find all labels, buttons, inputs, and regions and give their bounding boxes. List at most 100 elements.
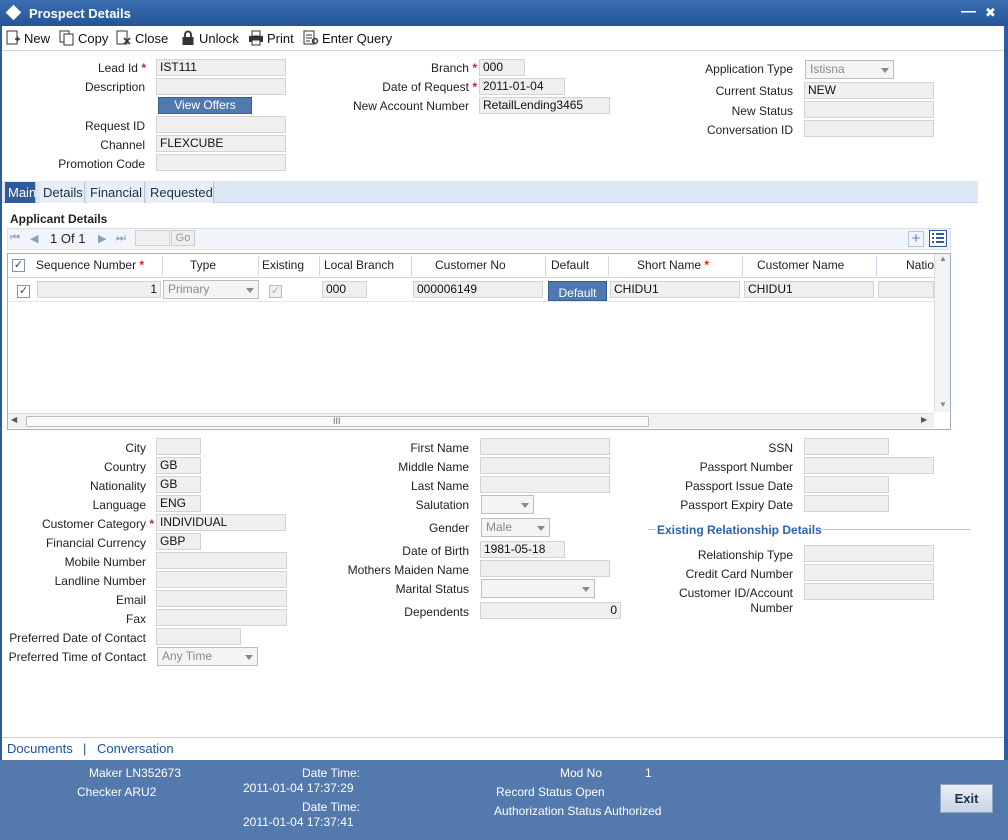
unlock-button[interactable]: Unlock [180,30,239,46]
col-divider [162,256,163,276]
enter-query-button[interactable]: Enter Query [303,30,392,46]
scroll-right-icon[interactable]: ▶ [921,415,927,424]
scroll-up-icon[interactable]: ▲ [939,254,947,263]
list-view-icon[interactable] [929,230,947,247]
financial-currency-field[interactable]: GBP [156,533,201,550]
checker-date-time-label: Date Time: [302,800,361,814]
nationality-field[interactable] [878,281,934,298]
salutation-select[interactable] [481,495,534,514]
close-label: Close [135,31,169,46]
current-status-field[interactable]: NEW [804,82,934,99]
close-doc-icon [116,30,131,45]
tab-financial[interactable]: Financial [87,182,145,203]
last-page-icon[interactable]: ⏭ [116,232,126,245]
exit-button[interactable]: Exit [940,784,993,813]
customer-id-field[interactable] [804,583,934,600]
tab-requested[interactable]: Requested [147,182,214,203]
application-type-select[interactable]: Istisna [805,60,894,79]
new-button[interactable]: New [5,30,50,46]
tab-main[interactable]: Main [5,182,36,203]
language-field[interactable]: ENG [156,495,201,512]
dependents-field[interactable]: 0 [480,602,621,619]
customer-name-field[interactable]: CHIDU1 [744,281,874,298]
copy-button[interactable]: Copy [59,30,108,46]
horizontal-scrollbar[interactable]: ◀ III ▶ [8,413,934,428]
chevron-down-icon [245,655,253,660]
col-existing: Existing [262,258,305,272]
first-page-icon[interactable]: ⏮ [10,232,20,245]
scroll-left-icon[interactable]: ◀ [11,415,17,424]
customer-category-field[interactable]: INDIVIDUAL [156,514,286,531]
application-type-value: Istisna [810,62,845,76]
ssn-field[interactable] [804,438,889,455]
next-page-icon[interactable]: ▶ [98,232,106,245]
email-field[interactable] [156,590,287,607]
local-branch-field[interactable]: 000 [322,281,367,298]
passport-issue-field[interactable] [804,476,889,493]
mobile-number-field[interactable] [156,552,287,569]
scroll-thumb[interactable]: III [26,416,649,427]
date-of-birth-field[interactable]: 1981-05-18 [480,541,565,558]
date-of-request-field[interactable]: 2011-01-04 [479,78,565,95]
middle-name-field[interactable] [480,457,610,474]
close-button[interactable]: Close [116,30,168,46]
promotion-code-label: Promotion Code [58,157,145,171]
vertical-scrollbar[interactable]: ▲ ▼ [934,254,950,412]
add-row-icon[interactable]: + [908,231,924,247]
tab-details[interactable]: Details [40,182,85,203]
col-sequence-number: Sequence Number * [36,258,145,272]
passport-expiry-field[interactable] [804,495,889,512]
view-offers-button[interactable]: View Offers [158,97,252,114]
conversation-id-field[interactable] [804,120,934,137]
passport-number-field[interactable] [804,457,934,474]
channel-field[interactable]: FLEXCUBE [156,135,286,152]
row-checkbox[interactable]: ✓ [17,285,30,298]
request-id-label: Request ID [84,119,145,133]
select-all-checkbox[interactable]: ✓ [12,259,25,272]
description-field[interactable] [156,78,286,95]
country-field[interactable]: GB [156,457,201,474]
checker-text: Checker ARU2 [77,785,157,799]
scroll-grip: III [333,416,341,426]
print-button[interactable]: Print [248,30,294,46]
prev-page-icon[interactable]: ◀ [30,232,38,245]
existing-checkbox[interactable]: ✓ [269,285,282,298]
branch-field[interactable]: 000 [479,59,525,76]
page-number-input[interactable] [135,230,170,246]
request-id-field[interactable] [156,116,286,133]
preferred-date-field[interactable] [156,628,241,645]
short-name-field[interactable]: CHIDU1 [610,281,740,298]
mod-no-value: 1 [645,766,652,780]
passport-issue-label: Passport Issue Date [684,479,793,493]
credit-card-field[interactable] [804,564,934,581]
promotion-code-field[interactable] [156,154,286,171]
last-name-field[interactable] [480,476,610,493]
fax-field[interactable] [156,609,287,626]
relationship-type-label: Relationship Type [697,548,793,562]
documents-link[interactable]: Documents [7,741,73,756]
preferred-time-select[interactable]: Any Time [157,647,258,666]
new-status-field[interactable] [804,101,934,118]
col-divider [545,256,546,276]
type-select[interactable]: Primary [163,280,259,299]
default-button[interactable]: Default [548,281,607,301]
first-name-field[interactable] [480,438,610,455]
conversation-link[interactable]: Conversation [97,741,174,756]
gender-select[interactable]: Male [481,518,550,537]
city-field[interactable] [156,438,201,455]
relationship-type-field[interactable] [804,545,934,562]
close-window-icon[interactable]: ✖ [985,5,996,21]
sequence-number-field[interactable]: 1 [37,281,161,298]
col-customer-name: Customer Name [757,258,845,272]
scroll-down-icon[interactable]: ▼ [939,400,947,409]
maiden-name-field[interactable] [480,560,610,577]
lead-id-field[interactable]: IST111 [156,59,286,76]
nationality-detail-field[interactable]: GB [156,476,201,493]
go-button[interactable]: Go [171,230,195,246]
marital-status-select[interactable] [481,579,595,598]
minimize-icon[interactable]: — [961,3,976,20]
landline-number-field[interactable] [156,571,287,588]
new-account-number-field[interactable]: RetailLending3465 [479,97,610,114]
page-indicator: 1 Of 1 [50,231,86,246]
customer-no-field[interactable]: 000006149 [413,281,543,298]
